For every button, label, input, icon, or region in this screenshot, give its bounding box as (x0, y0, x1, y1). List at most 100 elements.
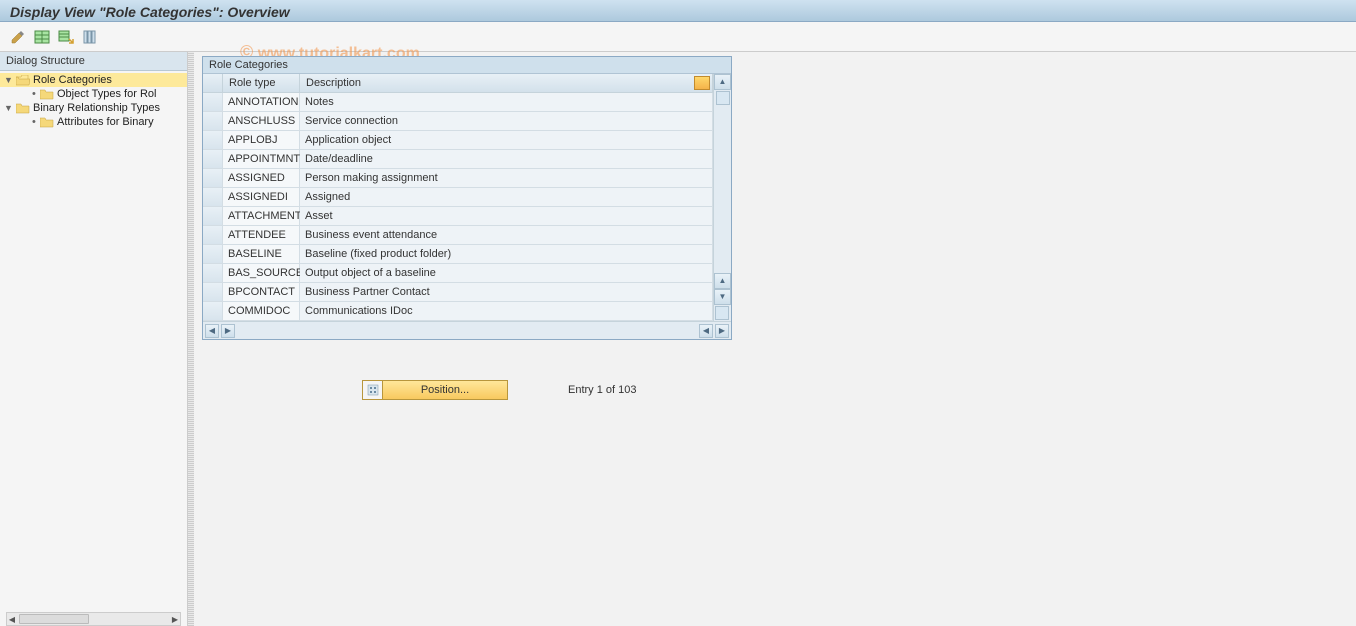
edit-icon[interactable] (10, 29, 26, 45)
position-label: Position... (383, 384, 507, 396)
row-selector[interactable] (203, 169, 223, 187)
cell-roletype: ASSIGNED (223, 169, 300, 187)
bullet-icon: • (32, 88, 38, 100)
cell-description: Service connection (300, 112, 713, 130)
tree-label: Role Categories (33, 74, 112, 86)
cell-description: Output object of a baseline (300, 264, 713, 282)
cell-roletype: ATTACHMENT (223, 207, 300, 225)
scroll-down-icon[interactable]: ▼ (714, 289, 731, 305)
table-row[interactable]: ASSIGNEDPerson making assignment (203, 169, 713, 188)
table-row[interactable]: BAS_SOURCEOutput object of a baseline (203, 264, 713, 283)
sidebar-header: Dialog Structure (0, 52, 187, 71)
scroll-right-end-icon[interactable]: ▶ (715, 324, 729, 338)
scroll-left-icon[interactable]: ◀ (7, 615, 17, 624)
cell-description: Baseline (fixed product folder) (300, 245, 713, 263)
row-selector[interactable] (203, 302, 223, 320)
row-selector[interactable] (203, 93, 223, 111)
row-selector[interactable] (203, 283, 223, 301)
entry-count: Entry 1 of 103 (568, 384, 637, 396)
table-header: Role type Description (203, 74, 713, 93)
cell-roletype: COMMIDOC (223, 302, 300, 320)
col-selector[interactable] (203, 74, 223, 93)
row-selector[interactable] (203, 245, 223, 263)
bullet-icon: • (32, 116, 38, 128)
dialog-structure-tree: ▼ Role Categories • Object Types for Rol… (0, 71, 187, 131)
cell-roletype: ANSCHLUSS (223, 112, 300, 130)
folder-icon (40, 117, 54, 128)
table-row[interactable]: APPLOBJApplication object (203, 131, 713, 150)
cell-description: Business event attendance (300, 226, 713, 244)
table-row[interactable]: COMMIDOCCommunications IDoc (203, 302, 713, 321)
sidebar: Dialog Structure ▼ Role Categories • Obj… (0, 52, 188, 626)
tree-label: Attributes for Binary (57, 116, 154, 128)
row-selector[interactable] (203, 112, 223, 130)
scroll-up-small-icon[interactable]: ▲ (714, 273, 731, 289)
scroll-up-icon[interactable]: ▲ (714, 74, 731, 90)
scroll-right-icon[interactable]: ▶ (221, 324, 235, 338)
cell-roletype: APPOINTMNT (223, 150, 300, 168)
row-selector[interactable] (203, 150, 223, 168)
table-h-scrollbar[interactable]: ◀ ▶ ◀ ▶ (203, 321, 731, 339)
table-row[interactable]: ASSIGNEDIAssigned (203, 188, 713, 207)
cell-roletype: ATTENDEE (223, 226, 300, 244)
row-selector[interactable] (203, 131, 223, 149)
collapse-icon[interactable]: ▼ (4, 75, 14, 85)
table-row[interactable]: ATTENDEEBusiness event attendance (203, 226, 713, 245)
tree-item-object-types[interactable]: • Object Types for Rol (0, 87, 187, 101)
row-selector[interactable] (203, 226, 223, 244)
table-row[interactable]: ANNOTATIONNotes (203, 93, 713, 112)
cell-roletype: ASSIGNEDI (223, 188, 300, 206)
page-title: Display View "Role Categories": Overview (0, 0, 1356, 22)
table-row[interactable]: BASELINEBaseline (fixed product folder) (203, 245, 713, 264)
cell-roletype: APPLOBJ (223, 131, 300, 149)
scrollbar-end[interactable] (715, 306, 729, 320)
row-selector[interactable] (203, 207, 223, 225)
cell-description: Application object (300, 131, 713, 149)
table-row[interactable]: APPOINTMNTDate/deadline (203, 150, 713, 169)
cell-roletype: BASELINE (223, 245, 300, 263)
col-description[interactable]: Description (300, 74, 713, 93)
cell-roletype: BPCONTACT (223, 283, 300, 301)
cell-description: Person making assignment (300, 169, 713, 187)
role-categories-table: Role Categories Role type Description AN… (202, 56, 732, 340)
folder-open-icon (16, 75, 30, 86)
tree-label: Object Types for Rol (57, 88, 156, 100)
scroll-right-icon[interactable]: ▶ (170, 615, 180, 624)
folder-icon (16, 103, 30, 114)
cell-description: Asset (300, 207, 713, 225)
collapse-icon[interactable]: ▼ (4, 103, 14, 113)
table-icon[interactable] (34, 29, 50, 45)
table-row[interactable]: ANSCHLUSSService connection (203, 112, 713, 131)
row-selector[interactable] (203, 188, 223, 206)
content-area: Role Categories Role type Description AN… (194, 52, 1356, 626)
scrollbar-thumb[interactable] (716, 91, 730, 105)
table-export-icon[interactable] (58, 29, 74, 45)
position-button[interactable]: Position... (362, 380, 508, 400)
cell-description: Date/deadline (300, 150, 713, 168)
scroll-left-icon[interactable]: ◀ (205, 324, 219, 338)
position-icon (363, 381, 383, 399)
tree-item-binary-relationship[interactable]: ▼ Binary Relationship Types (0, 101, 187, 115)
tree-item-attributes-binary[interactable]: • Attributes for Binary (0, 115, 187, 129)
tree-label: Binary Relationship Types (33, 102, 160, 114)
cell-roletype: BAS_SOURCE (223, 264, 300, 282)
toolbar (0, 22, 1356, 52)
footer: Position... Entry 1 of 103 (362, 380, 1348, 400)
cell-description: Notes (300, 93, 713, 111)
folder-icon (40, 89, 54, 100)
columns-icon[interactable] (82, 29, 98, 45)
table-row[interactable]: ATTACHMENTAsset (203, 207, 713, 226)
row-selector[interactable] (203, 264, 223, 282)
sidebar-h-scrollbar[interactable]: ◀ ▶ (6, 612, 181, 626)
table-config-icon[interactable] (694, 76, 710, 90)
cell-description: Assigned (300, 188, 713, 206)
table-title: Role Categories (203, 57, 731, 74)
table-row[interactable]: BPCONTACTBusiness Partner Contact (203, 283, 713, 302)
tree-item-role-categories[interactable]: ▼ Role Categories (0, 73, 187, 87)
col-roletype[interactable]: Role type (223, 74, 300, 93)
cell-description: Business Partner Contact (300, 283, 713, 301)
scrollbar-thumb[interactable] (19, 614, 89, 624)
cell-roletype: ANNOTATION (223, 93, 300, 111)
scroll-left-end-icon[interactable]: ◀ (699, 324, 713, 338)
table-v-scrollbar[interactable]: ▲ ▲ ▼ (713, 74, 731, 321)
